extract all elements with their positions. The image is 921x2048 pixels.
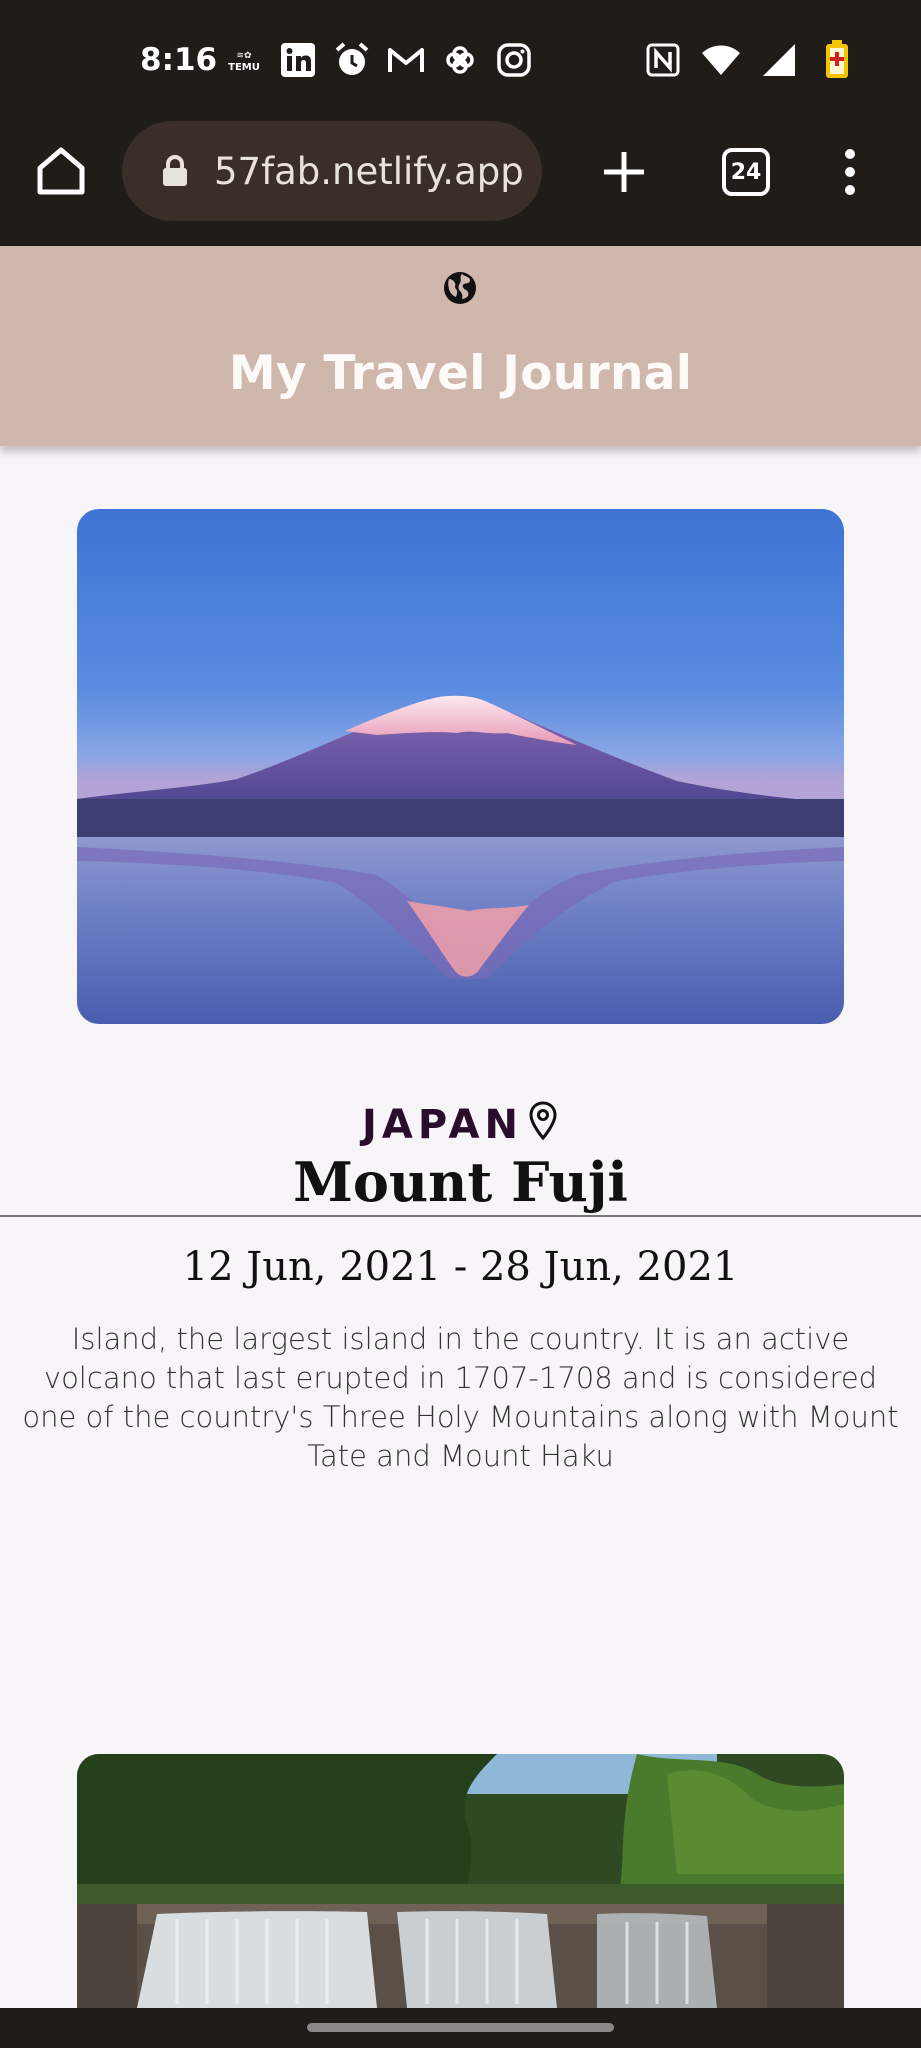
system-icons bbox=[643, 40, 857, 80]
country-label: JAPAN bbox=[362, 1102, 523, 1148]
lock-icon bbox=[163, 155, 187, 186]
instagram-icon bbox=[494, 40, 534, 80]
home-button[interactable] bbox=[34, 144, 88, 198]
home-icon bbox=[37, 147, 85, 195]
tab-count: 24 bbox=[730, 159, 762, 185]
notification-icons: ≋✿ TEMU bbox=[224, 40, 534, 80]
battery-icon bbox=[817, 40, 857, 80]
signal-icon bbox=[759, 40, 799, 80]
trip-dates: 12 Jun, 2021 - 28 Jun, 2021 bbox=[182, 1244, 739, 1290]
tab-switcher-button[interactable]: 24 bbox=[722, 148, 770, 196]
wifi-icon bbox=[701, 40, 741, 80]
mount-fuji-photo bbox=[77, 509, 844, 1024]
entry-image-mount-fuji bbox=[77, 509, 844, 1024]
entry-image-waterfall bbox=[77, 1754, 844, 2008]
globe-icon bbox=[444, 272, 476, 304]
address-bar[interactable]: 57fab.netlify.app bbox=[122, 121, 542, 221]
page-title: My Travel Journal bbox=[228, 346, 693, 401]
entry-description: Island, the largest island in the countr… bbox=[22, 1322, 899, 1473]
gesture-handle[interactable] bbox=[307, 2023, 614, 2032]
gmail-icon bbox=[386, 40, 426, 80]
divider bbox=[0, 1215, 921, 1217]
nfc-icon bbox=[643, 40, 683, 80]
svg-text:≋✿: ≋✿ bbox=[236, 51, 252, 61]
waterfall-photo bbox=[77, 1754, 844, 2008]
alarm-icon bbox=[332, 40, 372, 80]
temu-icon: ≋✿ TEMU bbox=[224, 40, 264, 80]
place-title: Mount Fuji bbox=[293, 1150, 628, 1214]
pinwheel-icon bbox=[440, 40, 480, 80]
plus-icon bbox=[604, 152, 644, 192]
status-bar: 8:16 ≋✿ TEMU bbox=[0, 0, 921, 118]
page-header: My Travel Journal bbox=[0, 246, 921, 446]
status-time: 8:16 bbox=[140, 42, 218, 78]
browser-toolbar: 57fab.netlify.app 24 bbox=[0, 118, 921, 246]
overflow-menu-button[interactable] bbox=[838, 146, 862, 198]
location-pin-icon[interactable] bbox=[527, 1100, 559, 1142]
more-vert-icon bbox=[845, 149, 855, 195]
system-nav-bar bbox=[0, 2008, 921, 2048]
country-row: JAPAN bbox=[0, 1100, 921, 1148]
url-text: 57fab.netlify.app bbox=[214, 149, 524, 193]
svg-text:TEMU: TEMU bbox=[228, 62, 260, 73]
linkedin-icon bbox=[278, 40, 318, 80]
new-tab-button[interactable] bbox=[600, 148, 648, 196]
